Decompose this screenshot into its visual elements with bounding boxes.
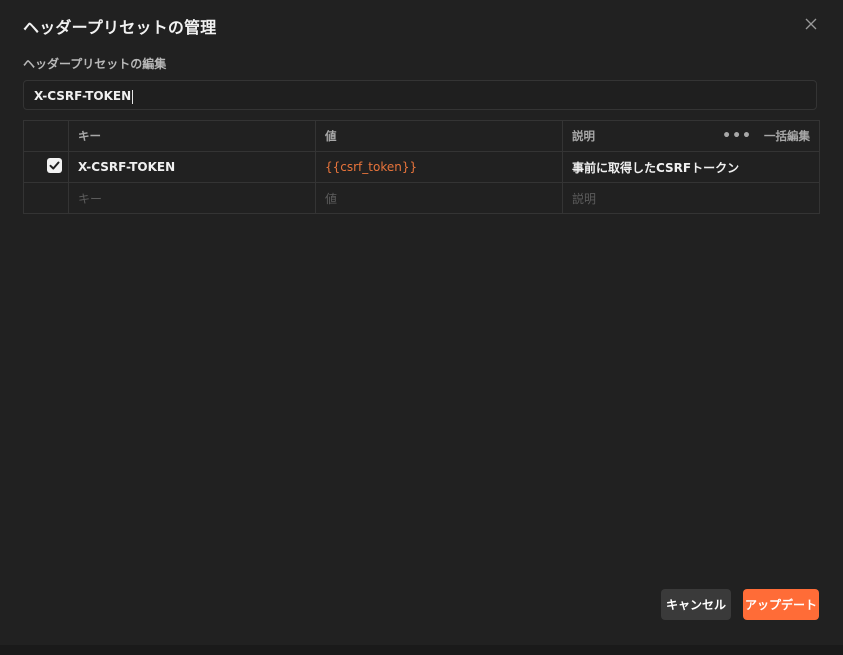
preset-name-input[interactable]: X-CSRF-TOKEN [23, 80, 817, 110]
close-icon[interactable] [801, 14, 821, 34]
value-placeholder-cell[interactable]: 値 [315, 182, 563, 214]
table-header-row: キー 値 説明 ••• 一括編集 [23, 120, 820, 152]
row-checkbox-cell [23, 151, 69, 183]
row-description-cell[interactable]: 事前に取得したCSRFトークン [562, 151, 820, 183]
section-label: ヘッダープリセットの編集 [23, 57, 167, 71]
empty-checkbox-cell [23, 182, 69, 214]
description-placeholder-cell[interactable]: 説明 [562, 182, 820, 214]
column-header-description: 説明 [562, 120, 720, 152]
table-row: X-CSRF-TOKEN {{csrf_token}} 事前に取得したCSRFト… [23, 151, 820, 183]
column-header-value: 値 [315, 120, 563, 152]
column-header-key: キー [68, 120, 316, 152]
checkmark-icon [49, 161, 60, 170]
table-row-empty: キー 値 説明 [23, 182, 820, 214]
header-checkbox-cell [23, 120, 69, 152]
headers-table: キー 値 説明 ••• 一括編集 X-CSRF-TOKEN {{csrf_tok… [23, 120, 820, 214]
preset-name-value: X-CSRF-TOKEN [34, 89, 132, 103]
more-horizontal-icon[interactable]: ••• [722, 128, 752, 144]
row-checkbox[interactable] [47, 158, 62, 173]
cancel-button[interactable]: キャンセル [661, 589, 731, 620]
bulk-actions-cell: ••• 一括編集 [719, 120, 820, 152]
manage-header-presets-dialog: ヘッダープリセットの管理 ヘッダープリセットの編集 X-CSRF-TOKEN キ… [0, 0, 843, 645]
row-key-cell[interactable]: X-CSRF-TOKEN [68, 151, 316, 183]
update-button[interactable]: アップデート [743, 589, 819, 620]
bulk-edit-link[interactable]: 一括編集 [764, 128, 810, 144]
row-value-cell[interactable]: {{csrf_token}} [315, 151, 563, 183]
text-caret [132, 89, 134, 104]
window-bottom-edge [0, 645, 843, 655]
key-placeholder-cell[interactable]: キー [68, 182, 316, 214]
dialog-title: ヘッダープリセットの管理 [23, 18, 217, 37]
